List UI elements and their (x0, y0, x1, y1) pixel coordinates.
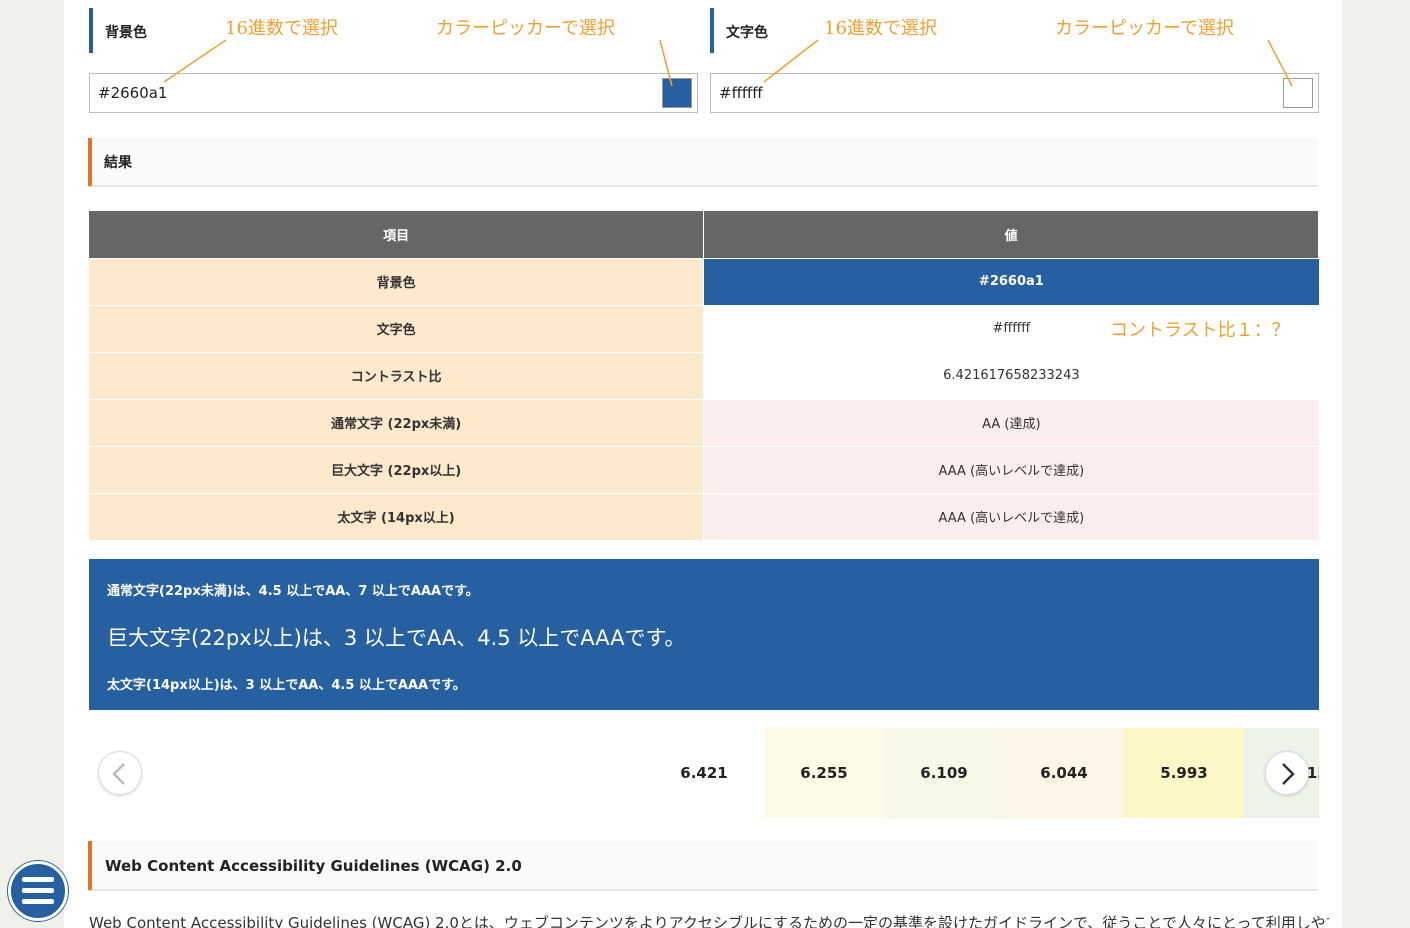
carousel-item[interactable]: 6.255 (764, 728, 884, 818)
info-large-text: 巨大文字(22px以上)は、3 以上でAA、4.5 以上でAAAです。 (107, 626, 686, 650)
row-value-normal-text: AA (達成) (703, 398, 1319, 446)
carousel-next-button[interactable] (1265, 751, 1309, 795)
menu-button[interactable] (8, 861, 68, 921)
carousel-item[interactable]: 6.421 (644, 728, 764, 818)
row-value-contrast: 6.421617658233243 (703, 351, 1319, 399)
row-key-contrast: コントラスト比 (89, 351, 705, 399)
wcag-section-header: Web Content Accessibility Guidelines (WC… (88, 841, 1318, 891)
criteria-info-box: 通常文字(22px未満)は、4.5 以上でAA、7 以上でAAAです。 巨大文字… (89, 559, 1319, 710)
result-section-marker (88, 138, 92, 186)
wcag-heading: Web Content Accessibility Guidelines (WC… (105, 857, 522, 875)
row-value-large-text: AAA (高いレベルで達成) (703, 445, 1319, 493)
contrast-annotation: コントラスト比１：？ (1110, 320, 1290, 341)
info-normal-text: 通常文字(22px未満)は、4.5 以上でAA、7 以上でAAAです。 (107, 584, 479, 599)
row-key-large-text: 巨大文字 (22px以上) (89, 445, 705, 493)
chevron-left-icon (112, 763, 125, 785)
column-header-value: 値 (703, 211, 1319, 258)
carousel-prev-button[interactable] (98, 751, 142, 795)
table-row: 通常文字 (22px未満) AA (達成) (89, 398, 1319, 446)
row-key-bold-text: 太文字 (14px以上) (89, 492, 705, 540)
chevron-right-icon (1282, 763, 1295, 785)
main-content: 背景色 16進数で選択 カラーピッカーで選択 #2660a1 文字色 16進数で… (64, 0, 1342, 928)
row-value-background: #2660a1 (703, 257, 1319, 305)
result-table: 項目 値 背景色 #2660a1 文字色 #ffffff コントラスト比 6.4… (89, 211, 1319, 540)
row-value-bold-text: AAA (高いレベルで達成) (703, 492, 1319, 540)
result-heading: 結果 (104, 155, 132, 171)
table-row: コントラスト比 6.421617658233243 (89, 351, 1319, 399)
result-table-header: 項目 値 (89, 211, 1319, 258)
info-bold-text: 太文字(14px以上)は、3 以上でAA、4.5 以上でAAAです。 (107, 678, 466, 693)
result-section-header: 結果 (88, 138, 1318, 187)
column-header-item: 項目 (89, 211, 705, 258)
hamburger-menu-icon (22, 877, 54, 904)
carousel-item[interactable]: 5.993 (1124, 728, 1244, 818)
row-key-text-color: 文字色 (89, 304, 705, 352)
carousel-item[interactable]: 6.109 (884, 728, 1004, 818)
wcag-body-text: Web Content Accessibility Guidelines (WC… (89, 914, 1329, 928)
wcag-section-marker (88, 841, 92, 890)
table-row: 背景色 #2660a1 (89, 257, 1319, 305)
table-row: 巨大文字 (22px以上) AAA (高いレベルで達成) (89, 445, 1319, 493)
row-key-background: 背景色 (89, 257, 705, 305)
row-key-normal-text: 通常文字 (22px未満) (89, 398, 705, 446)
table-row: 太文字 (14px以上) AAA (高いレベルで達成) (89, 492, 1319, 540)
carousel-item[interactable]: 6.044 (1004, 728, 1124, 818)
contrast-carousel: 6.421 6.255 6.109 6.044 5.993 5.915 (89, 728, 1319, 818)
